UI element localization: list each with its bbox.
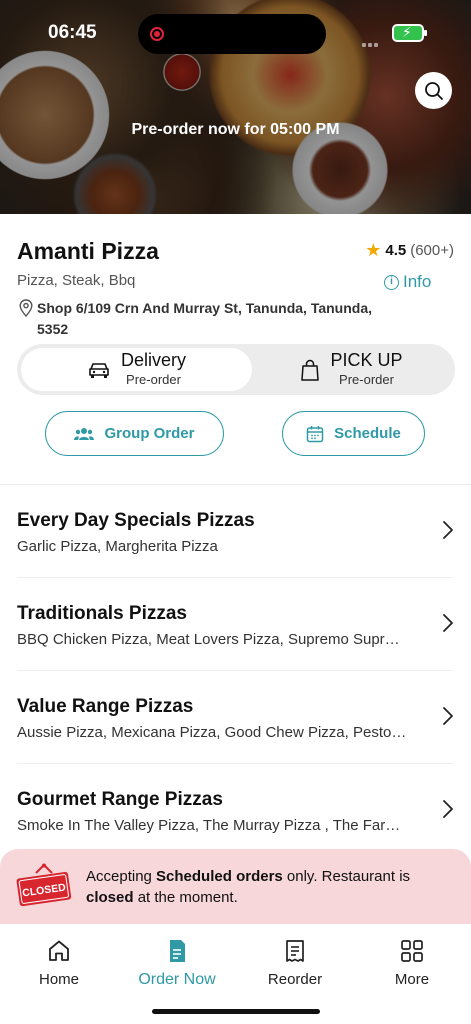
category-items: BBQ Chicken Pizza, Meat Lovers Pizza, Su… xyxy=(17,631,400,648)
location-pin-icon xyxy=(19,299,33,317)
home-indicator[interactable] xyxy=(152,1009,320,1014)
pickup-option[interactable]: PICK UP Pre-order xyxy=(252,348,451,391)
dynamic-island xyxy=(138,14,326,54)
tab-label: Order Now xyxy=(138,971,216,988)
delivery-option[interactable]: Delivery Pre-order xyxy=(21,348,252,391)
tab-home[interactable]: Home xyxy=(0,938,118,988)
tab-more[interactable]: More xyxy=(353,938,471,988)
calendar-icon xyxy=(306,425,324,442)
category-title: Every Day Specials Pizzas xyxy=(17,510,255,531)
hero-banner-image: 06:45 ⚡ Pre-order now for 05:00 PM xyxy=(0,0,471,214)
car-icon xyxy=(89,362,109,378)
category-items: Aussie Pizza, Mexicana Pizza, Good Chew … xyxy=(17,724,407,741)
tab-reorder[interactable]: Reorder xyxy=(236,938,354,988)
chevron-right-icon xyxy=(443,614,453,632)
tab-label: Reorder xyxy=(267,971,323,988)
grid-icon xyxy=(401,940,423,962)
shopping-bag-icon xyxy=(301,359,320,381)
order-now-icon xyxy=(170,940,185,962)
info-label: Info xyxy=(403,272,432,291)
category-item[interactable]: Value Range Pizzas Aussie Pizza, Mexican… xyxy=(0,671,471,764)
search-button[interactable] xyxy=(415,72,452,109)
chevron-right-icon xyxy=(443,707,453,725)
closed-sign-icon: CLOSED xyxy=(16,863,72,907)
category-title: Gourmet Range Pizzas xyxy=(17,789,223,810)
closed-notice-banner: CLOSED Accepting Scheduled orders only. … xyxy=(0,849,471,924)
info-icon: i xyxy=(384,274,399,290)
notice-text-part: Accepting xyxy=(86,868,157,885)
restaurant-address: Shop 6/109 Crn And Murray St, Tanunda, T… xyxy=(19,298,389,340)
restaurant-rating: ★ 4.5 (600+) xyxy=(365,241,454,259)
chevron-right-icon xyxy=(443,521,453,539)
category-item[interactable]: Every Day Specials Pizzas Garlic Pizza, … xyxy=(0,485,471,578)
signal-icon xyxy=(362,34,384,47)
tab-label: Home xyxy=(38,971,79,988)
info-button[interactable]: i Info xyxy=(384,272,431,292)
notice-text-part: at the moment. xyxy=(133,889,238,906)
pickup-subtitle: Pre-order xyxy=(339,372,394,388)
group-order-label: Group Order xyxy=(104,425,195,442)
closed-notice-text: Accepting Scheduled orders only. Restaur… xyxy=(86,866,446,908)
home-icon xyxy=(49,940,69,961)
pickup-title: PICK UP xyxy=(330,350,403,371)
delivery-title: Delivery xyxy=(120,350,186,371)
tab-order-now[interactable]: Order Now xyxy=(118,938,236,989)
notice-text-bold: closed xyxy=(86,889,134,906)
category-items: Smoke In The Valley Pizza, The Murray Pi… xyxy=(17,817,401,834)
delivery-subtitle: Pre-order xyxy=(126,372,181,388)
schedule-label: Schedule xyxy=(334,425,401,442)
restaurant-name: Amanti Pizza xyxy=(17,238,159,264)
order-type-toggle: Delivery Pre-order PICK UP Pre-order xyxy=(17,344,455,395)
address-text: Shop 6/109 Crn And Murray St, Tanunda, T… xyxy=(37,300,372,337)
star-icon: ★ xyxy=(365,240,382,260)
rating-value: 4.5 xyxy=(385,241,407,259)
search-icon xyxy=(424,81,443,100)
category-item[interactable]: Gourmet Range Pizzas Smoke In The Valley… xyxy=(0,764,471,857)
schedule-button[interactable]: Schedule xyxy=(282,411,425,456)
status-time: 06:45 xyxy=(48,22,97,43)
rating-count: (600+) xyxy=(410,241,454,259)
category-title: Value Range Pizzas xyxy=(17,696,194,717)
recording-indicator-icon xyxy=(150,27,164,41)
notice-text-bold: Scheduled orders xyxy=(156,868,283,885)
tab-label: More xyxy=(394,971,430,988)
restaurant-cuisines: Pizza, Steak, Bbq xyxy=(17,272,136,289)
group-order-button[interactable]: Group Order xyxy=(45,411,224,456)
receipt-icon xyxy=(286,940,304,962)
chevron-right-icon xyxy=(443,800,453,818)
category-items: Garlic Pizza, Margherita Pizza xyxy=(17,538,218,555)
group-icon xyxy=(74,427,95,440)
preorder-banner-text: Pre-order now for 05:00 PM xyxy=(131,121,340,138)
notice-text-part: only. Restaurant is xyxy=(282,868,411,885)
category-item[interactable]: Traditionals Pizzas BBQ Chicken Pizza, M… xyxy=(0,578,471,671)
battery-charging-icon: ⚡ xyxy=(392,24,427,42)
category-title: Traditionals Pizzas xyxy=(17,603,187,624)
